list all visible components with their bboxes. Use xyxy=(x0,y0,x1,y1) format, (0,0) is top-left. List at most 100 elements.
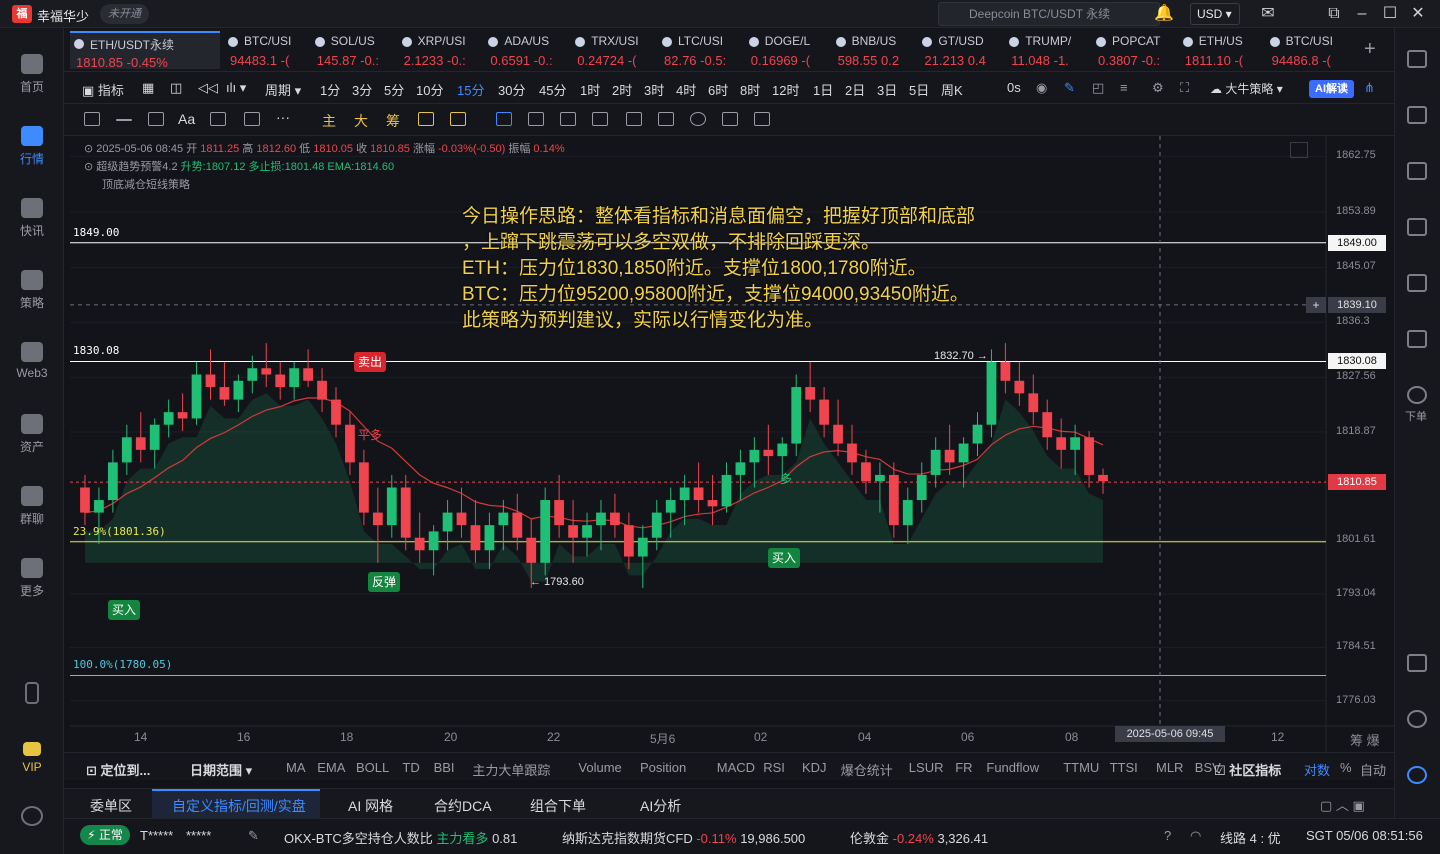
chip-icon[interactable]: 筹 爆 xyxy=(1350,730,1380,749)
timeframe-option[interactable]: 30分 xyxy=(498,80,525,99)
settings-icon[interactable] xyxy=(0,806,64,830)
log-scale-toggle[interactable]: 对数 xyxy=(1304,760,1330,779)
indicator-option[interactable]: 主力大单跟踪 xyxy=(472,760,550,779)
camera-icon[interactable]: ◉ xyxy=(1036,80,1047,96)
indicator-option[interactable]: FR xyxy=(955,760,972,775)
bell-icon[interactable]: 🔔 xyxy=(1154,4,1174,24)
brush-icon[interactable] xyxy=(244,112,260,126)
date-range-dropdown[interactable]: 日期范围 ▾ xyxy=(190,760,252,779)
document-icon[interactable] xyxy=(1407,106,1427,124)
indicator-option[interactable]: LSUR xyxy=(909,760,944,775)
signal-icon[interactable] xyxy=(450,112,466,126)
timeframe-option[interactable]: 6时 xyxy=(708,80,728,99)
help-icon[interactable]: ? xyxy=(1164,828,1171,843)
sidebar-item-vip[interactable]: VIP xyxy=(0,742,64,774)
community-indicator-button[interactable]: ☑ 社区指标 xyxy=(1214,760,1281,779)
sidebar-item-home[interactable]: 首页 xyxy=(0,54,64,95)
indicator-button[interactable]: ▣ 指标 xyxy=(82,80,124,99)
timeframe-option[interactable]: 1日 xyxy=(813,80,833,99)
panel-icon[interactable] xyxy=(1407,330,1427,348)
big-order-tool[interactable]: 大 xyxy=(354,111,368,131)
pen-icon[interactable]: ✎ xyxy=(1064,80,1075,96)
device-icon[interactable] xyxy=(0,682,64,708)
indicator-option[interactable]: Volume xyxy=(578,760,621,775)
tab-contract-dca[interactable]: 合约DCA xyxy=(434,796,492,816)
headset-icon[interactable] xyxy=(1407,710,1427,728)
timeframe-option[interactable]: 3时 xyxy=(644,80,664,99)
indicator-option[interactable]: Fundflow xyxy=(986,760,1039,775)
share-icon[interactable]: ⋔ xyxy=(1364,80,1375,96)
chart-settings-icon[interactable] xyxy=(1290,142,1308,158)
list-icon[interactable]: ≡ xyxy=(1120,80,1128,95)
tab-symbol[interactable]: ETH/USDT永续 1810.85 -0.45% xyxy=(70,31,220,69)
app-name[interactable]: 幸福华少 xyxy=(37,6,89,25)
bot-icon[interactable] xyxy=(1407,766,1427,784)
auto-scale-toggle[interactable]: 自动 xyxy=(1360,760,1386,779)
main-indicator-tool[interactable]: 主 xyxy=(322,111,336,131)
menu-icon[interactable] xyxy=(84,112,100,126)
timeframe-option[interactable]: 5分 xyxy=(384,80,404,99)
sidebar-panel-icon[interactable] xyxy=(1407,654,1427,672)
calendar-icon[interactable]: ▦ xyxy=(142,80,154,96)
sidebar-item-market[interactable]: 行情 xyxy=(0,126,64,167)
percent-scale-toggle[interactable]: % xyxy=(1340,760,1352,775)
indicator-option[interactable]: MACD xyxy=(717,760,755,775)
indicator-option[interactable]: TTMU xyxy=(1063,760,1099,775)
tab-symbol[interactable]: SOL/US 145.87 -0.: xyxy=(311,31,397,69)
sidebar-item-web3[interactable]: Web3 xyxy=(0,342,64,380)
status-pill[interactable]: 未开通 xyxy=(100,4,149,24)
tab-symbol[interactable]: TRX/USI 0.24724 -( xyxy=(571,31,657,69)
more-icon[interactable]: ··· xyxy=(276,109,290,125)
candle-type-icon[interactable]: ılı ▾ xyxy=(226,80,246,96)
calc-icon[interactable] xyxy=(1407,274,1427,292)
cursor-icon[interactable]: ◰ xyxy=(1092,80,1104,96)
timeframe-option[interactable]: 3分 xyxy=(352,80,372,99)
indicator-option[interactable]: EMA xyxy=(317,760,345,775)
indicator-option[interactable]: KDJ xyxy=(802,760,827,775)
eye-icon[interactable] xyxy=(690,112,706,126)
timeframe-option[interactable]: 8时 xyxy=(740,80,760,99)
pattern-icon[interactable] xyxy=(592,112,608,126)
filter-icon[interactable] xyxy=(722,112,738,126)
tab-symbol[interactable]: LTC/USI 82.76 -0.5: xyxy=(658,31,744,69)
timeframe-option[interactable]: 2时 xyxy=(612,80,632,99)
timeframe-option[interactable]: 2日 xyxy=(845,80,865,99)
close-icon[interactable]: ✕ xyxy=(1408,4,1428,24)
tab-ai-analysis[interactable]: AI分析 xyxy=(640,796,681,816)
timeframe-option[interactable]: 周K xyxy=(941,80,963,99)
order-icon[interactable] xyxy=(1407,386,1427,404)
replay-icon[interactable] xyxy=(418,112,434,126)
sidebar-item-chat[interactable]: 群聊 xyxy=(0,486,64,527)
tab-symbol[interactable]: BNB/US 598.55 0.2 xyxy=(832,31,918,69)
network-line[interactable]: 线路 4 : 优 xyxy=(1220,828,1281,847)
ai-interpret-button[interactable]: AI解读 xyxy=(1309,80,1354,98)
timeframe-option[interactable]: 45分 xyxy=(539,80,566,99)
tab-symbol[interactable]: POPCAT 0.3807 -0.: xyxy=(1092,31,1178,69)
lock-icon[interactable] xyxy=(626,112,642,126)
strategy-dropdown[interactable]: ☁ 大牛策略 ▾ xyxy=(1210,80,1283,97)
currency-select[interactable]: USD ▾ xyxy=(1190,3,1240,25)
edit-icon[interactable]: ✎ xyxy=(248,828,259,844)
copy-icon[interactable] xyxy=(496,112,512,126)
timeframe-option[interactable]: 15分 xyxy=(457,80,484,99)
search-input[interactable]: Deepcoin BTC/USDT 永续 xyxy=(938,2,1160,26)
tab-symbol[interactable]: BTC/USI 94486.8 -( xyxy=(1266,31,1352,69)
trash-icon[interactable] xyxy=(754,112,770,126)
timeframe-option[interactable]: 1时 xyxy=(580,80,600,99)
popout-icon[interactable]: ⧉ xyxy=(1324,4,1344,24)
add-tab-icon[interactable]: + xyxy=(1364,38,1376,61)
chip-tool[interactable]: 筹 xyxy=(386,111,400,131)
minimize-icon[interactable]: – xyxy=(1352,4,1372,24)
tab-symbol[interactable]: TRUMP/11.048 -1. xyxy=(1005,31,1091,69)
gear-icon[interactable]: ⚙ xyxy=(1152,80,1164,96)
tab-symbol[interactable]: BTC/USI 94483.1 -( xyxy=(224,31,310,69)
indicator-option[interactable]: MA xyxy=(286,760,306,775)
mail-icon[interactable]: ✉ xyxy=(1258,4,1278,24)
timeframe-option[interactable]: 3日 xyxy=(877,80,897,99)
indicator-option[interactable]: MLR xyxy=(1156,760,1183,775)
add-alert-icon[interactable]: + xyxy=(1306,296,1326,313)
tab-combo-order[interactable]: 组合下单 xyxy=(530,796,586,816)
rewind-icon[interactable]: ◁◁ xyxy=(198,80,218,96)
sidebar-item-strategy[interactable]: 策略 xyxy=(0,270,64,311)
tab-symbol[interactable]: DOGE/L 0.16969 -( xyxy=(745,31,831,69)
